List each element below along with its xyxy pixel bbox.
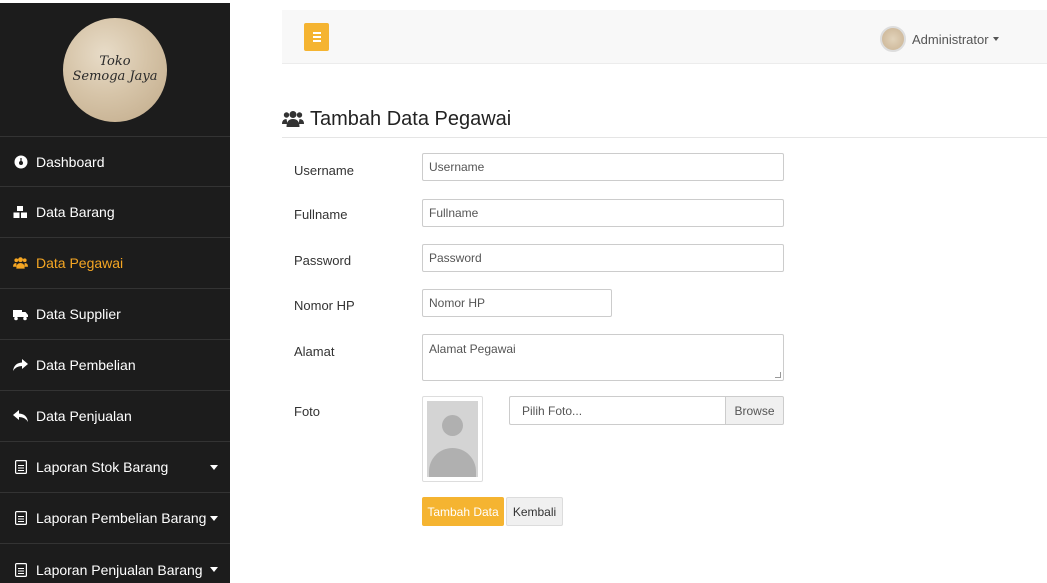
tambah-data-button[interactable]: Tambah Data [422,497,504,526]
username-label: Username [294,163,354,178]
browse-button[interactable]: Browse [725,396,784,425]
sidebar-item-laporan-stok[interactable]: Laporan Stok Barang [0,442,230,493]
sidebar-item-laporan-penjualan[interactable]: Laporan Penjualan Barang [0,544,230,583]
sidebar-item-label: Dashboard [36,153,105,170]
sidebar-item-label: Laporan Pembelian Barang [36,510,207,526]
hamburger-icon [312,32,321,34]
file-input-group[interactable]: Pilih Foto... Browse [509,396,784,425]
alamat-textarea[interactable]: Alamat Pegawai [422,334,784,381]
username-input[interactable]: Username [422,153,784,181]
sidebar-item-label: Data Pembelian [36,357,136,373]
page-title: Tambah Data Pegawai [310,108,512,130]
dashboard-icon [13,154,28,169]
sidebar-item-label: Data Pegawai [36,255,124,271]
sidebar-item-label: Data Barang [36,204,115,220]
chevron-down-icon [210,516,218,521]
cubes-icon [13,205,28,220]
password-input[interactable]: Password [422,244,784,272]
reply-icon [13,409,28,424]
fullname-label: Fullname [294,207,348,222]
sidebar-item-label: Laporan Penjualan Barang [36,561,203,578]
sidebar-menu: Dashboard Data Barang Data Pegawai Data … [0,136,230,583]
share-icon [13,358,28,373]
photo-preview [422,396,483,482]
sidebar-item-data-barang[interactable]: Data Barang [0,187,230,238]
chevron-down-icon [210,567,218,572]
alamat-label: Alamat [294,344,335,359]
top-navbar: Administrator [282,10,1047,64]
sidebar-item-data-pegawai[interactable]: Data Pegawai [0,238,230,289]
fullname-input[interactable]: Fullname [422,199,784,227]
user-name: Administrator [912,31,989,47]
chevron-down-icon [992,37,999,41]
brand-logo[interactable]: Toko Semoga Jaya [63,17,167,122]
logo-area: Toko Semoga Jaya [0,3,230,136]
users-icon [282,110,304,128]
sidebar-item-laporan-pembelian[interactable]: Laporan Pembelian Barang [0,493,230,544]
sidebar-item-dashboard[interactable]: Dashboard [0,136,230,187]
sidebar-item-data-penjualan[interactable]: Data Penjualan [0,391,230,442]
sidebar-item-label: Data Supplier [36,306,121,322]
nomor-hp-label: Nomor HP [294,298,355,313]
file-icon [13,562,28,577]
alamat-placeholder: Alamat Pegawai [429,342,516,356]
sidebar-toggle-button[interactable] [304,23,329,51]
file-icon [13,460,28,475]
users-icon [13,256,28,271]
password-label: Password [294,253,352,268]
logo-line1: Toko [99,54,131,69]
page-header: Tambah Data Pegawai [282,108,1047,138]
user-menu[interactable]: Administrator [880,26,999,52]
resize-handle-icon[interactable] [775,372,781,378]
truck-icon [13,307,28,322]
chevron-down-icon [210,465,218,470]
file-name-field[interactable]: Pilih Foto... [509,396,725,425]
kembali-button[interactable]: Kembali [506,497,563,526]
user-placeholder-icon [427,401,478,477]
sidebar-item-data-supplier[interactable]: Data Supplier [0,289,230,340]
logo-line2: Semoga Jaya [72,69,158,84]
sidebar-item-label: Data Penjualan [36,408,132,424]
file-icon [13,511,28,526]
avatar [880,26,906,52]
sidebar-item-data-pembelian[interactable]: Data Pembelian [0,340,230,391]
nomor-hp-input[interactable]: Nomor HP [422,289,612,317]
sidebar: Toko Semoga Jaya Dashboard Data Barang D… [0,0,230,583]
foto-label: Foto [294,404,321,419]
sidebar-item-label: Laporan Stok Barang [36,459,169,475]
